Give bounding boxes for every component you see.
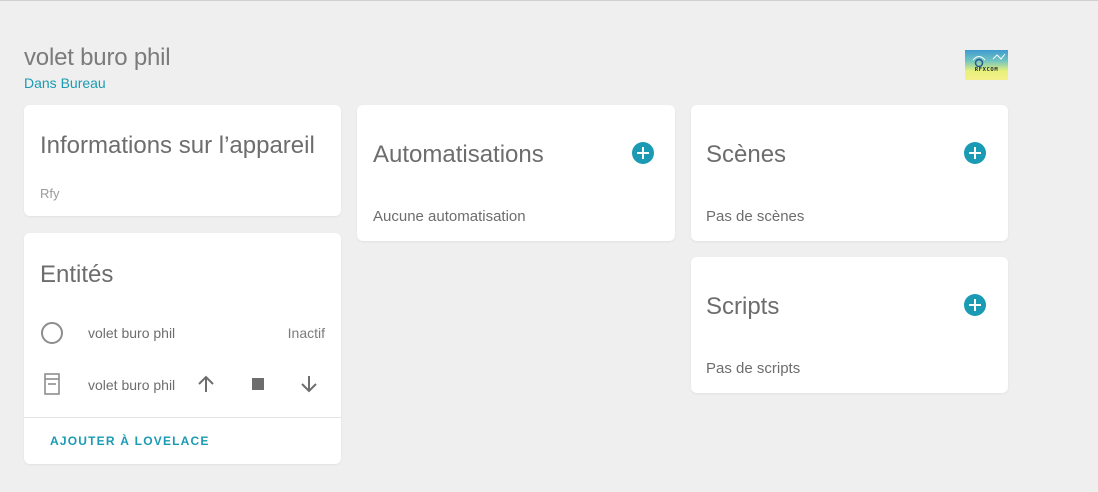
- card-divider: [24, 417, 341, 418]
- entities-title: Entités: [40, 261, 114, 288]
- scenes-card: Scènes Pas de scènes: [691, 105, 1008, 241]
- scenes-title: Scènes: [706, 141, 787, 168]
- device-info-title: Informations sur l’appareil: [40, 132, 315, 159]
- automations-title: Automatisations: [373, 141, 544, 168]
- window-shutter-icon: [44, 373, 60, 400]
- add-automation-button[interactable]: [632, 142, 654, 164]
- automations-card: Automatisations Aucune automatisation: [357, 105, 675, 241]
- scripts-card: Scripts Pas de scripts: [691, 257, 1008, 393]
- entity-name[interactable]: volet buro phil: [88, 325, 175, 341]
- entity-row[interactable]: volet buro phil Inactif: [24, 313, 341, 353]
- automations-empty-text: Aucune automatisation: [373, 208, 526, 225]
- entity-state: Inactif: [287, 325, 325, 341]
- arrow-down-icon[interactable]: [296, 371, 322, 397]
- device-model: Rfy: [40, 186, 60, 201]
- arrow-up-icon[interactable]: [193, 371, 219, 397]
- device-area-link[interactable]: Dans Bureau: [24, 75, 170, 91]
- circle-outline-icon: [41, 322, 63, 344]
- add-scene-button[interactable]: [964, 142, 986, 164]
- add-to-lovelace-button[interactable]: AJOUTER À LOVELACE: [50, 434, 210, 448]
- entities-card: Entités volet buro phil Inactif volet bu…: [24, 233, 341, 464]
- logo-text: RFXCOM: [974, 67, 999, 73]
- device-header: volet buro phil Dans Bureau: [24, 44, 171, 91]
- entity-row[interactable]: volet buro phil: [24, 365, 341, 405]
- top-divider: [0, 0, 1098, 1]
- device-info-card: Informations sur l’appareil Rfy: [24, 105, 341, 216]
- device-name: volet buro phil: [24, 44, 171, 71]
- entity-name[interactable]: volet buro phil: [88, 377, 175, 393]
- rfxcom-logo: RFXCOM: [965, 50, 1008, 80]
- stop-icon[interactable]: [245, 371, 271, 397]
- add-script-button[interactable]: [964, 294, 986, 316]
- scenes-empty-text: Pas de scènes: [706, 208, 805, 225]
- scripts-empty-text: Pas de scripts: [706, 360, 801, 377]
- scripts-title: Scripts: [706, 293, 780, 320]
